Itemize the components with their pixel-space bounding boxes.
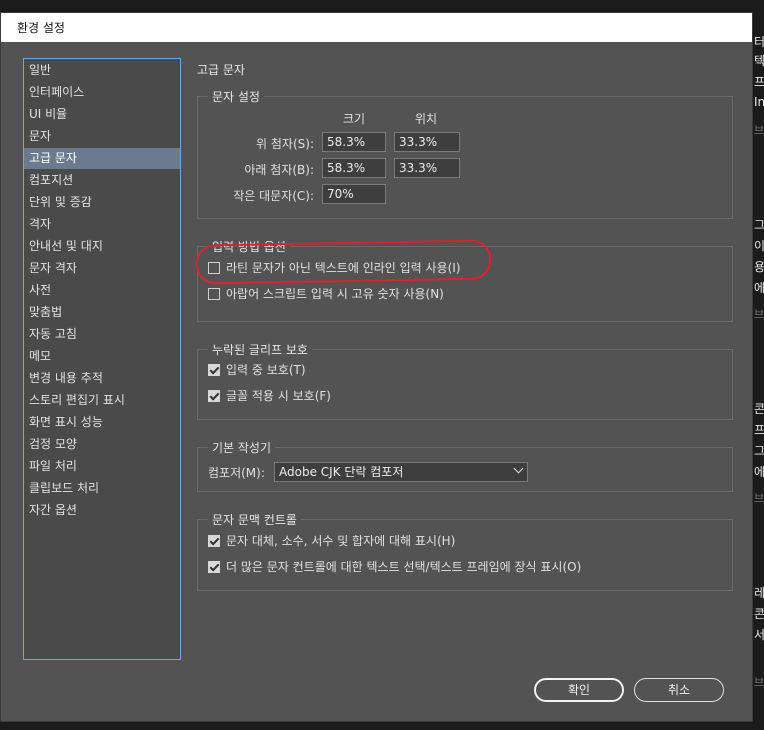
group-title: 문자 설정 [208, 89, 264, 105]
background-text: In [754, 95, 764, 109]
input-method-group: 입력 방법 옵션 라틴 문자가 아닌 텍스트에 인라인 입력 사용(I) 아랍어… [197, 239, 733, 322]
glyph-protection-group: 누락된 글리프 보호 입력 중 보호(T) 글꼴 적용 시 보호(F) [197, 342, 733, 420]
category-item-grids[interactable]: 격자 [24, 214, 180, 235]
background-text: 콘 [754, 402, 764, 416]
show-alternates-label: 문자 대체, 소수, 서수 및 합자에 대해 표시(H) [226, 534, 456, 548]
category-item-spelling[interactable]: 맞춤법 [24, 302, 180, 323]
category-item-units-increments[interactable]: 단위 및 증감 [24, 192, 180, 213]
background-text: 텍 [754, 54, 764, 68]
subscript-label: 아래 첨자(B): [244, 163, 314, 177]
superscript-label: 위 첨자(S): [256, 137, 314, 151]
inline-input-label: 라틴 문자가 아닌 텍스트에 인라인 입력 사용(I) [226, 261, 461, 275]
protect-typing-label: 입력 중 보호(T) [226, 363, 306, 377]
background-text: 레 [754, 586, 764, 600]
panel-title: 고급 문자 [197, 63, 245, 77]
small-caps-label: 작은 대문자(C): [233, 189, 314, 203]
composer-select[interactable]: Adobe CJK 단락 컴포저 [274, 462, 528, 482]
category-item-track-changes[interactable]: 변경 내용 추적 [24, 368, 180, 389]
dialog-titlebar[interactable]: 환경 설정 [1, 13, 752, 42]
background-text: 브 [754, 308, 764, 321]
background-text: 프 [754, 423, 764, 437]
subscript-position-field[interactable]: 33.3% [394, 158, 460, 178]
category-item-type[interactable]: 문자 [24, 126, 180, 147]
arabic-digits-checkbox[interactable] [208, 288, 220, 300]
category-item-story-editor-display[interactable]: 스토리 편집기 표시 [24, 390, 180, 411]
category-item-general[interactable]: 일반 [24, 60, 180, 81]
category-item-clipboard-handling[interactable]: 클립보드 처리 [24, 478, 180, 499]
group-title: 누락된 글리프 보호 [208, 342, 312, 358]
category-item-frame-grid[interactable]: 문자 격자 [24, 258, 180, 279]
background-text: 용 [754, 260, 764, 274]
group-title: 입력 방법 옵션 [208, 239, 290, 255]
superscript-position-field[interactable]: 33.3% [394, 132, 460, 152]
composer-select-value: Adobe CJK 단락 컴포저 [279, 465, 404, 479]
background-text: 그 [754, 444, 764, 458]
group-title: 문자 문맥 컨트롤 [208, 512, 301, 528]
category-item-file-handling[interactable]: 파일 처리 [24, 456, 180, 477]
category-item-advanced-type[interactable]: 고급 문자 [24, 148, 180, 169]
background-app-strip: 터 텍 프 In 브 그 이 용 에 브 콘 프 그 에 브 레 콘 서 브 [753, 0, 764, 730]
background-text: 브 [754, 124, 764, 137]
category-item-notes[interactable]: 메모 [24, 346, 180, 367]
column-header-position: 위치 [415, 112, 438, 126]
background-text: 그 [754, 218, 764, 232]
subscript-size-field[interactable]: 58.3% [322, 158, 386, 178]
dialog-title: 환경 설정 [17, 21, 65, 35]
category-item-ui-scaling[interactable]: UI 비율 [24, 104, 180, 125]
background-text: 에 [754, 281, 764, 295]
inline-input-checkbox[interactable] [208, 262, 220, 274]
background-text: 브 [754, 492, 764, 505]
background-text: 프 [754, 75, 764, 89]
category-item-composition[interactable]: 컴포지션 [24, 170, 180, 191]
superscript-size-field[interactable]: 58.3% [322, 132, 386, 152]
background-text: 터 [754, 35, 764, 49]
category-item-dictionary[interactable]: 사전 [24, 280, 180, 301]
more-controls-label: 더 많은 문자 컨트롤에 대한 텍스트 선택/텍스트 프레임에 장식 표시(O) [226, 560, 582, 574]
show-alternates-checkbox[interactable] [208, 535, 220, 547]
category-item-autocorrect[interactable]: 자동 고침 [24, 324, 180, 345]
background-text: 이 [754, 239, 764, 253]
background-text: 서 [754, 628, 764, 642]
group-title: 기본 작성기 [208, 440, 276, 456]
category-item-display-performance[interactable]: 화면 표시 성능 [24, 412, 180, 433]
default-composer-group: 기본 작성기 컴포저(M): Adobe CJK 단락 컴포저 [197, 440, 733, 492]
background-text: 에 [754, 465, 764, 479]
arabic-digits-label: 아랍어 스크립트 입력 시 고유 숫자 사용(N) [226, 287, 444, 301]
background-text: 콘 [754, 607, 764, 621]
ok-button[interactable]: 확인 [534, 678, 624, 702]
column-header-size: 크기 [343, 112, 366, 126]
small-caps-field[interactable]: 70% [322, 184, 386, 204]
char-settings-group: 문자 설정 크기 위치 위 첨자(S): 58.3% 33.3% 아래 첨자(B… [197, 89, 733, 219]
preferences-dialog: 환경 설정 일반 인터페이스 UI 비율 문자 고급 문자 컴포지션 단위 및 … [0, 12, 753, 722]
protect-font-label: 글꼴 적용 시 보호(F) [226, 389, 331, 403]
more-controls-checkbox[interactable] [208, 561, 220, 573]
category-item-appearance-of-black[interactable]: 검정 모양 [24, 434, 180, 455]
category-item-kerning-options[interactable]: 자간 옵션 [24, 500, 180, 521]
category-item-interface[interactable]: 인터페이스 [24, 82, 180, 103]
chevron-down-icon [513, 463, 524, 474]
composer-label: 컴포저(M): [208, 466, 265, 480]
protect-typing-checkbox[interactable] [208, 364, 220, 376]
cancel-button[interactable]: 취소 [634, 678, 724, 702]
category-item-guides-pasteboard[interactable]: 안내선 및 대지 [24, 236, 180, 257]
category-list[interactable]: 일반 인터페이스 UI 비율 문자 고급 문자 컴포지션 단위 및 증감 격자 … [23, 58, 181, 660]
background-text: 브 [754, 676, 764, 689]
protect-font-checkbox[interactable] [208, 390, 220, 402]
context-controls-group: 문자 문맥 컨트롤 문자 대체, 소수, 서수 및 합자에 대해 표시(H) 더… [197, 512, 733, 591]
